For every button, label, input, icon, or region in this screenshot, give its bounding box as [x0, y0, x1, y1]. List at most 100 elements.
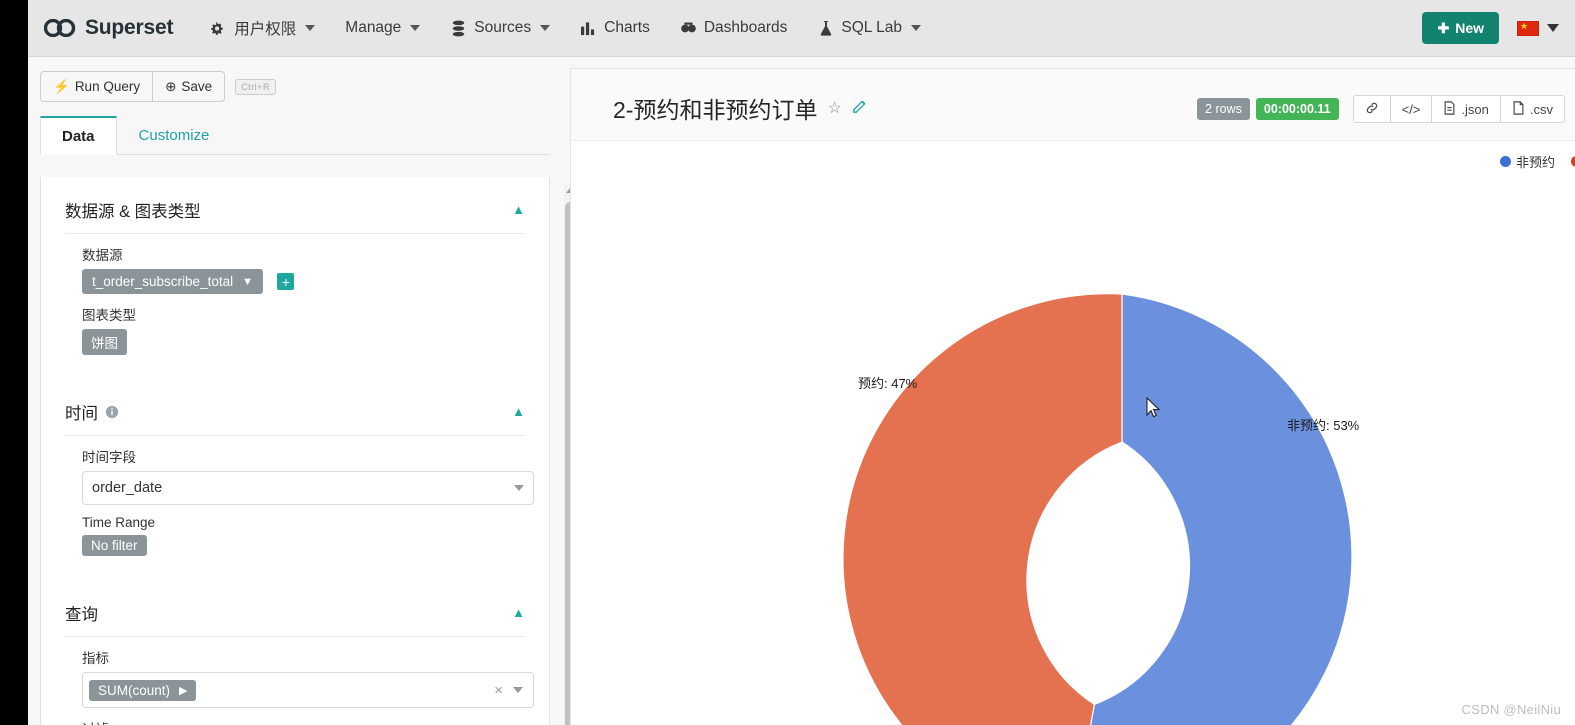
export-csv-label: .csv: [1529, 101, 1553, 117]
database-icon: [450, 20, 467, 37]
field-filters: 过滤 选择列或计量指标: [65, 708, 525, 725]
left-black-gutter: [0, 0, 28, 725]
save-button[interactable]: ⊕ Save: [153, 71, 226, 102]
page-title: 2-预约和非预约订单: [613, 97, 818, 123]
field-datasource: 数据源 t_order_subscribe_total ▼ +: [65, 234, 525, 294]
time-range-value[interactable]: No filter: [82, 535, 147, 556]
chevron-down-icon: [410, 25, 421, 31]
datasource-select[interactable]: t_order_subscribe_total ▼: [82, 269, 263, 294]
field-filters-label: 过滤: [82, 718, 525, 725]
china-flag-icon: [1517, 19, 1539, 36]
section-query-header[interactable]: 查询 ▲: [65, 580, 525, 636]
section-time-text: 时间: [65, 405, 98, 423]
infinity-logo-icon: [43, 18, 76, 38]
time-column-select[interactable]: order_date: [82, 471, 534, 505]
metric-chip[interactable]: SUM(count) ▶: [89, 679, 197, 701]
control-panel-scroll-area: 数据源 & 图表类型 ▲ 数据源 t_order_subscribe_total…: [40, 177, 550, 725]
language-selector[interactable]: [1517, 19, 1559, 36]
section-time-title: 时间: [65, 400, 119, 424]
chart-toolbar: 2 rows 00:00:00.11 </> .json .csv: [1197, 95, 1565, 123]
chevron-up-icon[interactable]: ▲: [512, 606, 525, 619]
copy-link-button[interactable]: [1352, 95, 1390, 123]
chevron-down-icon: [540, 25, 551, 31]
section-datasource-header[interactable]: 数据源 & 图表类型 ▲: [65, 177, 525, 233]
chart-type-value[interactable]: 饼图: [82, 329, 127, 355]
chevron-right-icon: ▶: [179, 684, 188, 697]
nav-item-sql-lab[interactable]: SQL Lab: [802, 0, 936, 57]
nav-items: 用户权限 Manage Sources Charts Dashboards SQ…: [195, 0, 936, 57]
metric-chip-label: SUM(count): [98, 682, 171, 698]
nav-label-manage: Manage: [345, 19, 402, 36]
export-csv-button[interactable]: .csv: [1499, 95, 1565, 123]
section-time: 时间 ▲ 时间字段 order_date Time Range No filte…: [41, 379, 549, 556]
field-chart-type-label: 图表类型: [82, 308, 136, 323]
nav-item-charts[interactable]: Charts: [565, 0, 665, 57]
tab-data[interactable]: Data: [40, 116, 117, 155]
chevron-down-icon: [1547, 24, 1559, 32]
chevron-down-icon: [305, 25, 316, 31]
nav-label-dashboards: Dashboards: [703, 19, 788, 36]
control-panel: ⚡ Run Query ⊕ Save Ctrl+R Data Customize: [28, 57, 576, 725]
run-query-button[interactable]: ⚡ Run Query: [40, 71, 154, 102]
tab-customize[interactable]: Customize: [117, 116, 232, 155]
time-column-value: order_date: [92, 480, 163, 496]
navbar-right-group: ✚ New: [1422, 12, 1575, 44]
chevron-down-icon: [513, 687, 523, 693]
code-icon: </>: [1401, 101, 1421, 117]
query-time-badge: 00:00:00.11: [1255, 98, 1339, 120]
field-time-range-label: Time Range: [82, 515, 156, 530]
superset-app: Superset 用户权限 Manage Sources Charts Dash…: [28, 0, 1575, 725]
chevron-down-icon: [911, 25, 922, 31]
top-navbar: Superset 用户权限 Manage Sources Charts Dash…: [28, 0, 1575, 57]
section-datasource: 数据源 & 图表类型 ▲ 数据源 t_order_subscribe_total…: [41, 177, 549, 355]
donut-chart-canvas: 预约: 47% 非预约: 53%: [571, 141, 1575, 725]
bar-chart-icon: [580, 20, 597, 37]
section-query-title: 查询: [65, 606, 98, 624]
add-datasource-button[interactable]: +: [277, 273, 295, 291]
chevron-up-icon[interactable]: ▲: [512, 203, 525, 216]
donut-slice-reservation[interactable]: [842, 293, 1123, 725]
tab-data-label: Data: [62, 128, 95, 145]
chevron-up-icon[interactable]: ▲: [512, 405, 525, 418]
donut-chart-svg[interactable]: [571, 141, 1575, 725]
watermark: CSDN @NeilNiu: [1461, 702, 1561, 717]
nav-item-user-permissions[interactable]: 用户权限: [195, 0, 330, 57]
nav-item-manage[interactable]: Manage: [330, 0, 435, 57]
rows-badge: 2 rows: [1197, 98, 1250, 120]
field-metrics-label: 指标: [82, 651, 109, 666]
field-time-column-label: 时间字段: [82, 450, 136, 465]
nav-label-sql-lab: SQL Lab: [841, 19, 903, 36]
file-csv-icon: [1512, 100, 1525, 118]
save-label: Save: [181, 79, 213, 94]
lightning-icon: ⚡: [53, 78, 70, 94]
datasource-value: t_order_subscribe_total: [92, 274, 234, 289]
brand-name: Superset: [85, 16, 174, 39]
chart-header: 2-预约和非预约订单 ☆ 2 rows 00:00:00.11 </> .jso…: [571, 69, 1575, 141]
view-query-button[interactable]: </>: [1389, 95, 1432, 123]
metrics-select[interactable]: SUM(count) ▶ ×: [82, 672, 534, 708]
link-icon: [1365, 101, 1379, 118]
brand-home-link[interactable]: Superset: [43, 16, 174, 40]
star-outline-icon[interactable]: ☆: [827, 98, 841, 118]
control-actions: ⚡ Run Query ⊕ Save Ctrl+R: [28, 57, 550, 102]
field-chart-type: 图表类型 饼图: [65, 294, 525, 355]
edit-pencil-icon[interactable]: [852, 98, 868, 118]
chevron-down-icon: [514, 485, 524, 491]
field-time-range: Time Range No filter: [65, 505, 525, 556]
new-button[interactable]: ✚ New: [1422, 12, 1499, 44]
clear-metrics-icon[interactable]: ×: [494, 682, 503, 699]
field-datasource-label: 数据源: [82, 248, 123, 263]
nav-label-sources: Sources: [474, 19, 532, 36]
nav-item-dashboards[interactable]: Dashboards: [665, 0, 803, 57]
section-time-header[interactable]: 时间 ▲: [65, 379, 525, 435]
nav-item-sources[interactable]: Sources: [435, 0, 565, 57]
info-icon[interactable]: [105, 405, 119, 419]
chart-panel: 2-预约和非预约订单 ☆ 2 rows 00:00:00.11 </> .jso…: [570, 68, 1575, 725]
time-range-text: No filter: [91, 538, 138, 553]
chevron-down-icon: ▼: [242, 275, 253, 288]
save-circle-icon: ⊕: [165, 78, 177, 94]
export-json-button[interactable]: .json: [1431, 95, 1500, 123]
field-time-column: 时间字段 order_date: [65, 436, 534, 505]
screenshot-root: Superset 用户权限 Manage Sources Charts Dash…: [0, 0, 1575, 725]
chart-type-text: 饼图: [91, 336, 118, 351]
